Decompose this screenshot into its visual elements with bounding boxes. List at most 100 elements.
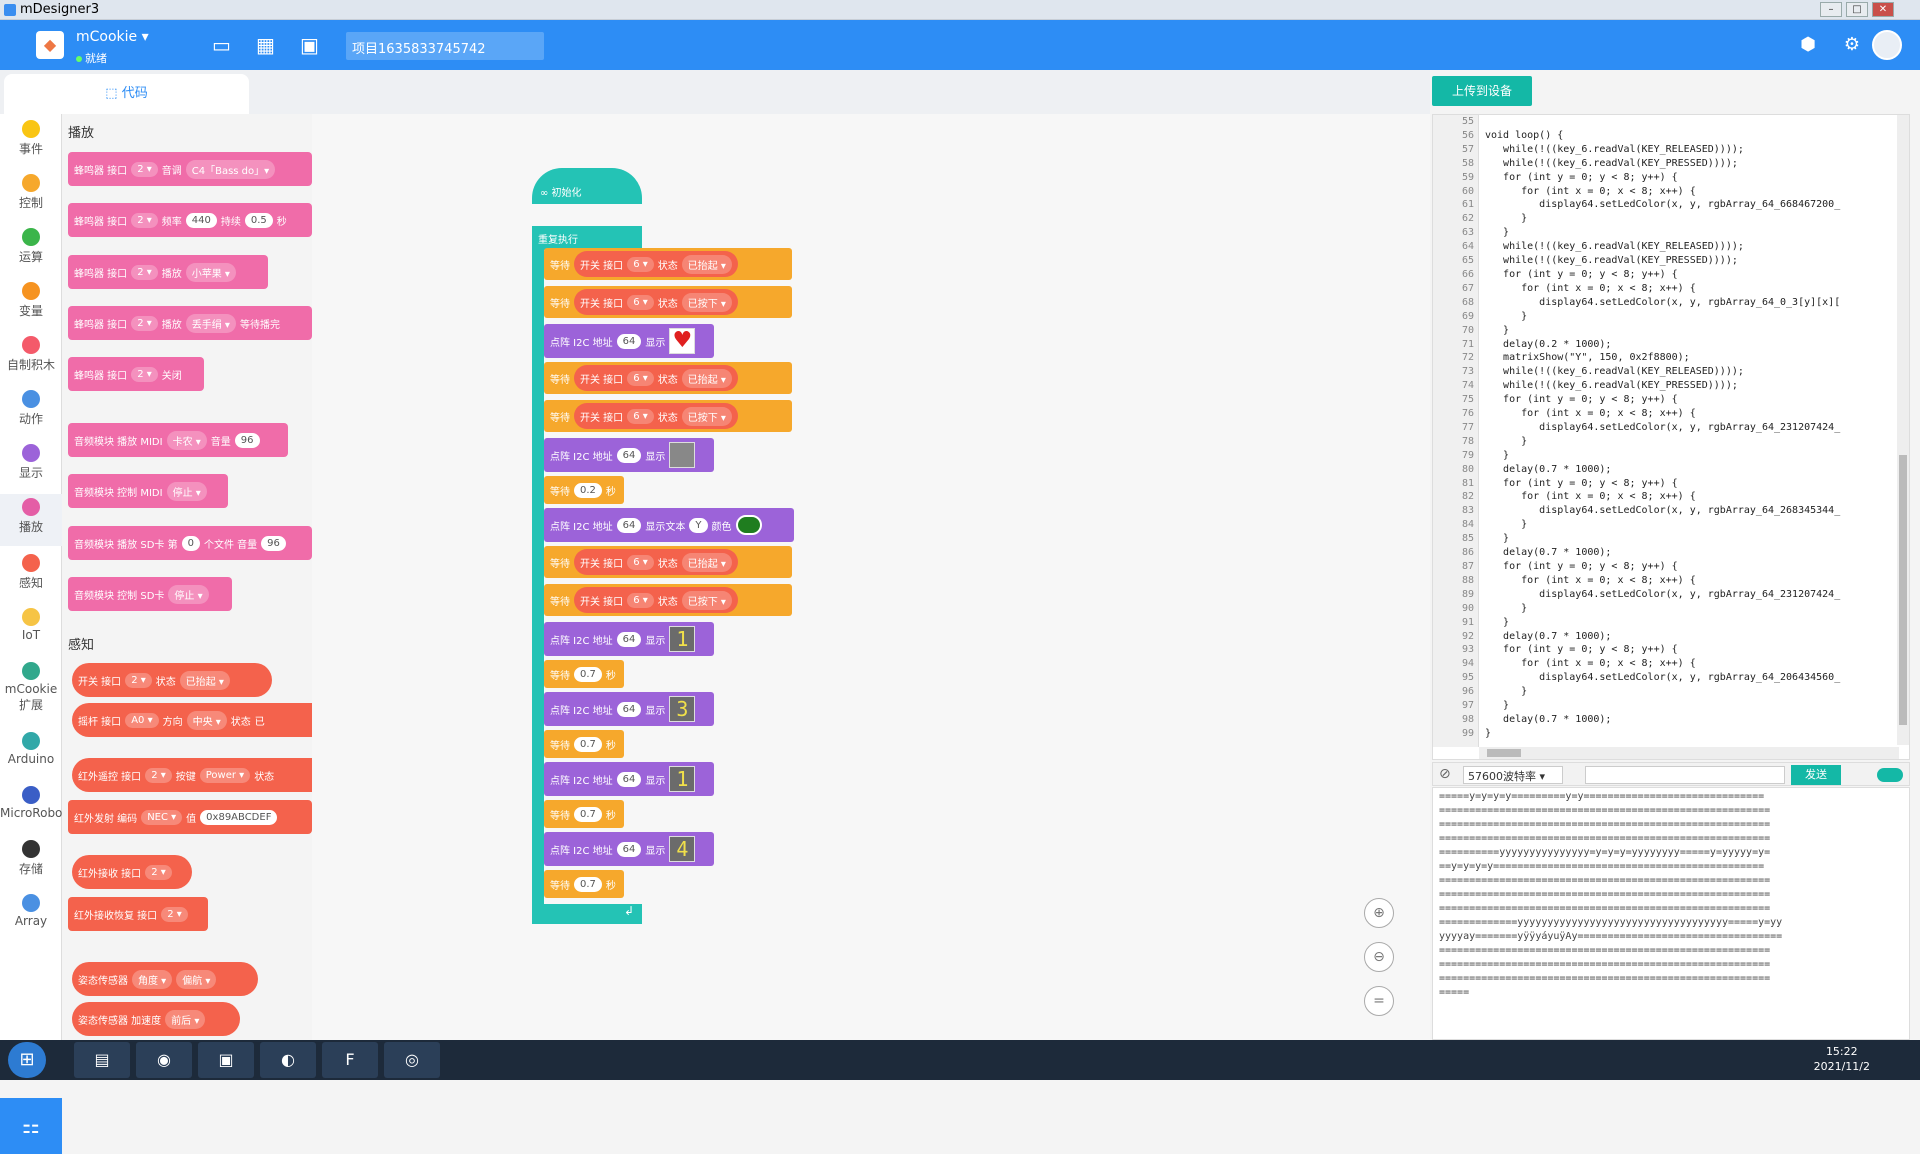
matrix-image-blank[interactable] (669, 442, 696, 468)
block-dropdown[interactable]: 2 ▾ (131, 161, 158, 177)
seconds-input[interactable]: 0.2 (574, 482, 602, 498)
category-control[interactable]: 控制 (0, 174, 62, 211)
matrix-show-block[interactable]: 点阵 I2C 地址 64 显示 (544, 438, 714, 472)
seconds-input[interactable]: 0.7 (574, 806, 602, 822)
palette-block[interactable]: 红外发射 编码 NEC ▾ 值 0x89ABCDEF (68, 800, 312, 834)
wait-seconds-block[interactable]: 等待 0.2 秒 (544, 476, 624, 504)
block-dropdown[interactable]: A0 ▾ (125, 712, 159, 728)
zoom-reset-icon[interactable]: = (1364, 986, 1394, 1016)
wait-switch-block[interactable]: 等待 开关 接口 6 ▾ 状态 已按下 ▾ (544, 584, 792, 616)
state-dropdown[interactable]: 已抬起 ▾ (681, 552, 732, 572)
app-window-icon[interactable]: ▣ (198, 1042, 254, 1078)
block-dropdown[interactable]: Power ▾ (199, 767, 251, 783)
block-dropdown[interactable]: 角度 ▾ (132, 969, 173, 989)
category-microrobot[interactable]: MicroRobot (0, 786, 62, 820)
wait-switch-block[interactable]: 等待 开关 接口 6 ▾ 状态 已按下 ▾ (544, 400, 792, 432)
block-input[interactable]: 0 (181, 535, 200, 551)
category-operators[interactable]: 运算 (0, 228, 62, 265)
matrix-image-digit[interactable]: 4 (669, 836, 696, 862)
init-hat-block[interactable]: ∞ 初始化 (532, 168, 642, 204)
serial-toggle[interactable] (1877, 768, 1903, 782)
code-workspace[interactable]: ∞ 初始化 重复执行 ↲ 等待 开关 接口 6 ▾ 状态 已抬起 ▾ 等待 开关 接口 6 … (312, 114, 1430, 1040)
palette-block[interactable]: 蜂鸣器 接口 2 ▾ 频率 440 持续 0.5 秒 (68, 203, 312, 237)
matrix-image-digit[interactable]: 1 (669, 766, 696, 792)
block-dropdown[interactable]: 丢手绢 ▾ (185, 313, 236, 333)
state-dropdown[interactable]: 已抬起 ▾ (681, 254, 732, 274)
category-variables[interactable]: 变量 (0, 282, 62, 319)
state-dropdown[interactable]: 已按下 ▾ (681, 292, 732, 312)
block-dropdown[interactable]: 中央 ▾ (186, 710, 227, 730)
tab-code[interactable]: ⬚ 代码 (4, 74, 249, 114)
category-play[interactable]: 播放 (0, 494, 62, 546)
category-sensing[interactable]: 感知 (0, 554, 62, 591)
category-my-blocks[interactable]: 自制积木 (0, 336, 62, 373)
scroll-thumb[interactable] (1487, 749, 1521, 757)
matrix-show-block[interactable]: 点阵 I2C 地址 64 显示 4 (544, 832, 714, 866)
folder-icon[interactable]: ▭ (212, 33, 231, 57)
category-iot[interactable]: IoT (0, 608, 62, 642)
avatar[interactable] (1872, 30, 1902, 60)
palette-block[interactable]: 摇杆 接口 A0 ▾ 方向 中央 ▾ 状态已 (72, 703, 312, 737)
block-dropdown[interactable]: 停止 ▾ (168, 584, 209, 604)
palette-block[interactable]: 红外接收 接口 2 ▾ (72, 855, 192, 889)
close-button[interactable]: ✕ (1872, 2, 1894, 17)
wait-seconds-block[interactable]: 等待 0.7 秒 (544, 730, 624, 758)
block-dropdown[interactable]: C4「Bass do」▾ (185, 159, 276, 179)
matrix-text-block[interactable]: 点阵 I2C 地址 64 显示文本 Y 颜色 (544, 508, 794, 542)
send-button[interactable]: 发送 (1791, 765, 1841, 785)
block-dropdown[interactable]: 2 ▾ (145, 767, 172, 783)
block-input[interactable]: 96 (261, 535, 286, 551)
palette-block[interactable]: 音频模块 控制 MIDI 停止 ▾ (68, 474, 228, 508)
block-dropdown[interactable]: 2 ▾ (125, 672, 152, 688)
palette-block[interactable]: 蜂鸣器 接口 2 ▾ 播放 小苹果 ▾ (68, 255, 268, 289)
wait-seconds-block[interactable]: 等待 0.7 秒 (544, 800, 624, 828)
explorer-icon[interactable]: ▤ (74, 1042, 130, 1078)
upload-button[interactable]: 上传到设备 (1432, 76, 1532, 106)
photo-app-icon[interactable]: ◐ (260, 1042, 316, 1078)
palette-block[interactable]: 开关 接口 2 ▾ 状态 已抬起 ▾ (72, 663, 272, 697)
cube-icon[interactable]: ⬢ (1796, 33, 1820, 57)
block-input[interactable]: 0x89ABCDEF (200, 809, 278, 825)
address-input[interactable]: 64 (616, 841, 642, 857)
palette-block[interactable]: 音频模块 控制 SD卡 停止 ▾ (68, 577, 232, 611)
clear-icon[interactable]: ⊘ (1439, 766, 1451, 782)
ff-app-icon[interactable]: F (322, 1042, 378, 1078)
matrix-show-block[interactable]: 点阵 I2C 地址 64 显示 1 (544, 762, 714, 796)
project-name-input[interactable]: 项目1635833745742 (346, 32, 544, 60)
settings-icon[interactable]: ⚙ (1840, 33, 1864, 57)
block-input[interactable]: 440 (185, 212, 217, 228)
address-input[interactable]: 64 (616, 333, 642, 349)
green-app-icon[interactable]: ◎ (384, 1042, 440, 1078)
matrix-show-block[interactable]: 点阵 I2C 地址 64 显示 3 (544, 692, 714, 726)
port-dropdown[interactable]: 6 ▾ (627, 294, 654, 310)
port-dropdown[interactable]: 6 ▾ (627, 592, 654, 608)
block-dropdown[interactable]: 2 ▾ (131, 212, 158, 228)
matrix-image-digit[interactable]: 3 (669, 696, 696, 722)
matrix-show-block[interactable]: 点阵 I2C 地址 64 显示 1 (544, 622, 714, 656)
scroll-thumb[interactable] (1899, 455, 1907, 725)
block-dropdown[interactable]: 2 ▾ (131, 315, 158, 331)
palette-block[interactable]: 红外遥控 接口 2 ▾ 按键 Power ▾ 状态 (72, 758, 312, 792)
palette-block[interactable]: 音频模块 播放 MIDI 卡农 ▾ 音量 96 (68, 423, 288, 457)
block-dropdown[interactable]: 2 ▾ (161, 906, 188, 922)
block-dropdown[interactable]: 卡农 ▾ (166, 430, 207, 450)
category-events[interactable]: 事件 (0, 120, 62, 157)
block-dropdown[interactable]: NEC ▾ (141, 809, 183, 825)
block-dropdown[interactable]: 2 ▾ (145, 864, 172, 880)
wait-seconds-block[interactable]: 等待 0.7 秒 (544, 660, 624, 688)
address-input[interactable]: 64 (616, 447, 642, 463)
palette-block[interactable]: 音频模块 播放 SD卡 第 0 个文件 音量 96 (68, 526, 312, 560)
vertical-scrollbar[interactable] (1897, 115, 1909, 745)
baud-rate-select[interactable]: 57600波特率 ▾ (1463, 766, 1563, 784)
matrix-image-digit[interactable]: 1 (669, 626, 696, 652)
block-dropdown[interactable]: 2 ▾ (131, 264, 158, 280)
seconds-input[interactable]: 0.7 (574, 666, 602, 682)
start-icon[interactable]: ⊞ (8, 1042, 46, 1078)
minimize-button[interactable]: – (1820, 2, 1842, 17)
state-dropdown[interactable]: 已抬起 ▾ (681, 368, 732, 388)
zoom-in-icon[interactable]: ⊕ (1364, 898, 1394, 928)
code-text[interactable]: void loop() { while(!((key_6.readVal(KEY… (1485, 115, 1840, 741)
add-extension-button[interactable]: ⚏ (0, 1098, 62, 1154)
grid-icon[interactable]: ▦ (256, 33, 275, 57)
category-display[interactable]: 显示 (0, 444, 62, 481)
